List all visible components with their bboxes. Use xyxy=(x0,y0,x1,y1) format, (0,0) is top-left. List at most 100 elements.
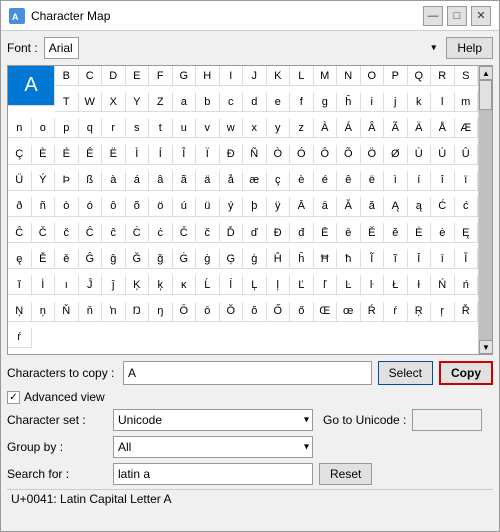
help-button[interactable]: Help xyxy=(446,37,493,59)
char-cell[interactable]: ĉ xyxy=(102,223,126,243)
char-cell[interactable]: O xyxy=(361,66,385,86)
char-cell[interactable]: Ó xyxy=(290,145,314,165)
char-cell[interactable]: Ō xyxy=(173,302,197,322)
char-cell[interactable]: Ĥ xyxy=(267,249,291,269)
char-cell[interactable]: Ĭ xyxy=(455,249,479,269)
char-cell[interactable]: D xyxy=(102,66,126,86)
char-cell[interactable]: ĭ xyxy=(8,275,32,295)
char-cell[interactable]: W xyxy=(79,92,103,112)
char-cell[interactable]: x xyxy=(243,118,267,138)
char-cell[interactable]: z xyxy=(290,118,314,138)
font-select[interactable]: Arial xyxy=(44,37,79,59)
char-cell[interactable]: Å xyxy=(431,118,455,138)
char-cell[interactable]: ĝ xyxy=(102,249,126,269)
char-cell[interactable]: ı xyxy=(55,275,79,295)
char-cell[interactable]: Ņ xyxy=(8,302,32,322)
char-cell[interactable]: N xyxy=(337,66,361,86)
char-cell[interactable]: ï xyxy=(455,171,479,191)
char-cell[interactable]: c xyxy=(220,92,244,112)
char-cell[interactable]: È xyxy=(32,145,56,165)
char-cell[interactable]: đ xyxy=(290,223,314,243)
char-cell[interactable]: í xyxy=(408,171,432,191)
char-cell[interactable]: à xyxy=(102,171,126,191)
char-cell[interactable]: ġ xyxy=(196,249,220,269)
char-cell[interactable]: ŀ xyxy=(361,275,385,295)
char-cell[interactable]: u xyxy=(173,118,197,138)
char-cell[interactable]: â xyxy=(149,171,173,191)
char-cell[interactable]: Ĉ xyxy=(79,223,103,243)
char-cell[interactable]: Â xyxy=(361,118,385,138)
char-cell[interactable]: Ħ xyxy=(314,249,338,269)
char-cell[interactable]: ß xyxy=(79,171,103,191)
char-cell[interactable]: č xyxy=(55,223,79,243)
char-cell[interactable]: f xyxy=(290,92,314,112)
char-cell[interactable]: ú xyxy=(173,197,197,217)
copy-button[interactable]: Copy xyxy=(439,361,493,385)
char-cell[interactable]: Ŏ xyxy=(220,302,244,322)
char-cell[interactable]: Ļ xyxy=(243,275,267,295)
char-cell[interactable]: j xyxy=(384,92,408,112)
copy-input[interactable] xyxy=(123,361,372,385)
char-cell[interactable]: M xyxy=(314,66,338,86)
char-cell[interactable]: Á xyxy=(337,118,361,138)
char-cell[interactable]: Č xyxy=(32,223,56,243)
char-cell[interactable]: K xyxy=(267,66,291,86)
char-cell[interactable]: F xyxy=(149,66,173,86)
char-cell[interactable]: ħ xyxy=(337,249,361,269)
char-cell[interactable]: é xyxy=(314,171,338,191)
scroll-down-button[interactable]: ▼ xyxy=(479,340,493,354)
search-input[interactable] xyxy=(113,463,313,485)
char-cell[interactable]: ĸ xyxy=(173,275,197,295)
char-cell[interactable]: g xyxy=(314,92,338,112)
char-cell[interactable]: œ xyxy=(337,302,361,322)
char-cell[interactable]: î xyxy=(431,171,455,191)
char-cell[interactable]: ě xyxy=(55,249,79,269)
char-cell[interactable]: C xyxy=(79,66,103,86)
char-cell[interactable]: É xyxy=(55,145,79,165)
char-cell[interactable]: õ xyxy=(126,197,150,217)
char-cell[interactable]: ľ xyxy=(314,275,338,295)
char-cell[interactable]: Ï xyxy=(196,145,220,165)
char-cell[interactable]: Ã xyxy=(384,118,408,138)
char-cell[interactable]: E xyxy=(126,66,150,86)
char-cell[interactable]: ò xyxy=(55,197,79,217)
char-cell[interactable]: Ň xyxy=(55,302,79,322)
char-cell[interactable]: á xyxy=(126,171,150,191)
char-cell[interactable]: Ü xyxy=(8,171,32,191)
char-cell[interactable]: ç xyxy=(267,171,291,191)
char-cell[interactable]: Ķ xyxy=(126,275,150,295)
char-cell[interactable]: S xyxy=(455,66,479,86)
char-cell[interactable]: t xyxy=(149,118,173,138)
char-cell[interactable]: ë xyxy=(361,171,385,191)
char-cell[interactable]: Ģ xyxy=(220,249,244,269)
minimize-button[interactable]: — xyxy=(423,6,443,26)
char-cell[interactable]: Û xyxy=(455,145,479,165)
char-cell[interactable]: ó xyxy=(79,197,103,217)
char-cell[interactable]: ĩ xyxy=(384,249,408,269)
char-cell[interactable]: ć xyxy=(455,197,479,217)
char-cell[interactable]: ê xyxy=(337,171,361,191)
char-cell[interactable]: Ð xyxy=(220,145,244,165)
char-cell[interactable]: r xyxy=(102,118,126,138)
char-cell[interactable]: ķ xyxy=(149,275,173,295)
char-cell[interactable]: ö xyxy=(149,197,173,217)
char-cell[interactable]: Ė xyxy=(408,223,432,243)
char-cell[interactable]: G xyxy=(173,66,197,86)
char-cell-selected[interactable]: A xyxy=(8,66,55,106)
char-cell[interactable]: Ĕ xyxy=(361,223,385,243)
char-cell[interactable]: Ç xyxy=(8,145,32,165)
maximize-button[interactable]: □ xyxy=(447,6,467,26)
char-cell[interactable]: ñ xyxy=(32,197,56,217)
char-cell[interactable]: ŕ xyxy=(8,328,32,348)
char-cell[interactable]: Ò xyxy=(267,145,291,165)
char-cell[interactable]: a xyxy=(173,92,197,112)
char-cell[interactable]: l xyxy=(431,92,455,112)
char-cell[interactable]: Ě xyxy=(32,249,56,269)
char-cell[interactable]: Ĝ xyxy=(79,249,103,269)
char-cell[interactable]: ň xyxy=(79,302,103,322)
char-cell[interactable]: Ë xyxy=(102,145,126,165)
char-cell[interactable]: w xyxy=(220,118,244,138)
advanced-checkbox[interactable]: ✓ xyxy=(7,391,20,404)
char-cell[interactable]: ý xyxy=(220,197,244,217)
char-cell[interactable]: v xyxy=(196,118,220,138)
